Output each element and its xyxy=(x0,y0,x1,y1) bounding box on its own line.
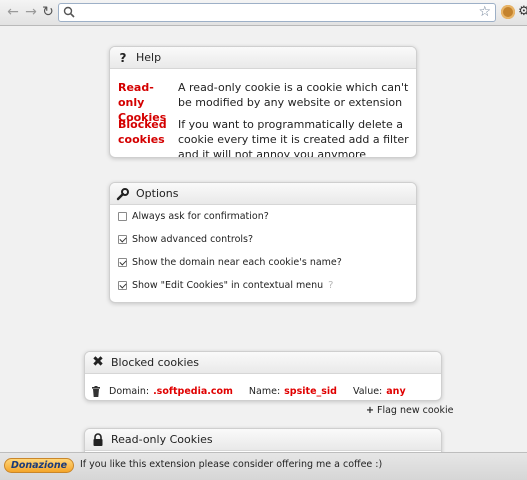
options-panel: Options Always ask for confirmation? Sho… xyxy=(109,182,417,303)
browser-toolbar: ← → ↻ ☆ ⚙ xyxy=(0,0,527,26)
help-header: ? Help xyxy=(110,47,416,69)
option-label: Always ask for confirmation? xyxy=(132,211,269,222)
name-value: spsite_sid xyxy=(284,386,337,397)
trash-icon[interactable] xyxy=(91,386,101,397)
address-input[interactable] xyxy=(79,5,469,20)
checkbox[interactable] xyxy=(118,212,127,221)
wrench-icon xyxy=(116,187,129,200)
checkbox[interactable] xyxy=(118,235,127,244)
help-item-blocked: Blocked cookies If you want to programma… xyxy=(118,117,414,158)
help-description: A read-only cookie is a cookie which can… xyxy=(178,81,409,109)
search-icon xyxy=(63,6,75,18)
reload-icon[interactable]: ↻ xyxy=(39,3,57,21)
options-title: Options xyxy=(136,187,179,200)
forward-arrow-icon[interactable]: → xyxy=(22,3,40,21)
blocked-rule-row: Domain: .softpedia.com Name: spsite_sid … xyxy=(91,386,406,397)
star-icon[interactable]: ☆ xyxy=(478,4,491,20)
help-item-read-only: Read-only Cookies A read-only cookie is … xyxy=(118,80,414,124)
readonly-title: Read-only Cookies xyxy=(111,433,213,446)
help-term: Blocked cookies xyxy=(118,118,167,146)
value-value: any xyxy=(386,386,406,397)
donate-button[interactable]: Donazione xyxy=(4,458,74,473)
close-x-icon: ✖ xyxy=(92,353,104,370)
help-description: If you want to programmatically delete a… xyxy=(178,118,409,158)
readonly-header: Read-only Cookies xyxy=(85,429,441,451)
checkbox[interactable] xyxy=(118,281,127,290)
flag-new-cookie-link[interactable]: + Flag new cookie xyxy=(366,405,453,416)
domain-value: .softpedia.com xyxy=(153,386,233,397)
question-mark-icon: ? xyxy=(119,50,127,65)
option-label: Show advanced controls? xyxy=(132,234,254,245)
name-label: Name: xyxy=(248,386,281,397)
domain-label: Domain: xyxy=(109,386,150,397)
help-panel: ? Help Read-only Cookies A read-only coo… xyxy=(109,46,417,158)
options-header: Options xyxy=(110,183,416,205)
option-show-domain[interactable]: Show the domain near each cookie's name? xyxy=(118,257,342,268)
option-label: Show "Edit Cookies" in contextual menu xyxy=(132,280,324,291)
blocked-title: Blocked cookies xyxy=(111,356,200,369)
cookie-icon[interactable] xyxy=(501,5,515,19)
back-arrow-icon[interactable]: ← xyxy=(4,3,22,21)
lock-icon xyxy=(93,432,103,446)
plus-icon: + xyxy=(366,405,374,416)
blocked-header: ✖ Blocked cookies xyxy=(85,352,441,374)
checkbox[interactable] xyxy=(118,258,127,267)
donation-message: If you like this extension please consid… xyxy=(80,459,383,470)
blocked-cookies-panel: ✖ Blocked cookies Domain: .softpedia.com… xyxy=(84,351,442,401)
wrench-icon[interactable]: ⚙ xyxy=(518,4,527,19)
flag-link-label: Flag new cookie xyxy=(377,405,454,416)
help-title: Help xyxy=(136,51,162,64)
value-label: Value: xyxy=(352,386,383,397)
option-ask-confirmation[interactable]: Always ask for confirmation? xyxy=(118,211,269,222)
option-contextual-menu[interactable]: Show "Edit Cookies" in contextual menu ? xyxy=(118,280,333,291)
donation-bar: Donazione If you like this extension ple… xyxy=(0,452,527,480)
help-hint-icon[interactable]: ? xyxy=(328,280,333,291)
address-bar[interactable]: ☆ xyxy=(58,3,496,22)
option-advanced-controls[interactable]: Show advanced controls? xyxy=(118,234,253,245)
option-label: Show the domain near each cookie's name? xyxy=(132,257,342,268)
